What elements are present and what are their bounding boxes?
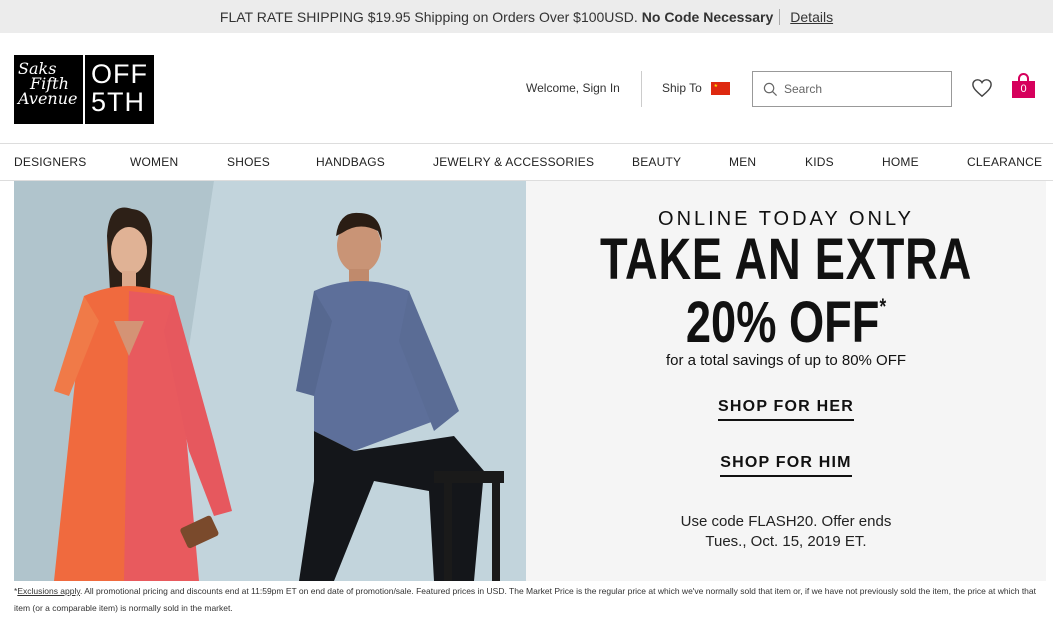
logo-off-line1: OFF <box>91 59 148 89</box>
bag-count-badge: 0 <box>1012 81 1035 98</box>
ship-to-label: Ship To <box>662 81 702 95</box>
shop-for-him-link[interactable]: SHOP FOR HIM <box>720 454 852 477</box>
hero-photo-illustration <box>14 181 526 581</box>
nav-women[interactable]: WOMEN <box>130 155 178 169</box>
saks-logo-block: Saks Fifth Avenue <box>14 55 83 124</box>
promo-strong-text: No Code Necessary <box>641 8 774 25</box>
search-input[interactable] <box>784 82 944 96</box>
promo-code-line2: Tues., Oct. 15, 2019 ET. <box>705 533 867 550</box>
hero-headline-line2: 20% OFF* <box>583 292 989 354</box>
promo-code-text: Use code FLASH20. Offer ends Tues., Oct.… <box>526 512 1046 552</box>
shop-for-him-wrap: SHOP FOR HIM <box>526 454 1046 477</box>
nav-clearance[interactable]: CLEARANCE <box>967 155 1042 169</box>
disclaimer-text: . All promotional pricing and discounts … <box>14 586 1036 613</box>
promo-code-line1: Use code FLASH20. Offer ends <box>680 513 892 530</box>
ship-to-selector[interactable]: Ship To <box>662 81 730 95</box>
main-nav: DESIGNERS WOMEN SHOES HANDBAGS JEWELRY &… <box>0 143 1053 181</box>
site-header: Saks Fifth Avenue OFF 5TH Welcome, Sign … <box>0 33 1053 143</box>
promo-bar: FLAT RATE SHIPPING $19.95 Shipping on Or… <box>0 0 1053 33</box>
hero-promo-panel: ONLINE TODAY ONLY TAKE AN EXTRA 20% OFF*… <box>526 181 1046 581</box>
china-flag-icon <box>710 81 730 95</box>
search-icon <box>763 82 778 96</box>
shop-for-her-link[interactable]: SHOP FOR HER <box>718 398 854 421</box>
site-logo[interactable]: Saks Fifth Avenue OFF 5TH <box>14 55 154 124</box>
wishlist-heart-icon[interactable] <box>971 78 993 98</box>
nav-handbags[interactable]: HANDBAGS <box>316 155 385 169</box>
logo-off-line2: 5TH <box>91 87 146 117</box>
exclusions-apply-link[interactable]: Exclusions apply <box>17 586 80 596</box>
sign-in-link[interactable]: Welcome, Sign In <box>526 81 620 95</box>
nav-jewelry-accessories[interactable]: JEWELRY & ACCESSORIES <box>433 155 594 169</box>
promo-text: FLAT RATE SHIPPING $19.95 Shipping on Or… <box>219 8 638 25</box>
hero-asterisk: * <box>879 294 887 319</box>
promo-details-link[interactable]: Details <box>790 9 833 25</box>
hero-discount-text: 20% OFF <box>685 290 880 355</box>
header-divider <box>641 71 642 107</box>
nav-shoes[interactable]: SHOES <box>227 155 270 169</box>
hero-savings-text: for a total savings of up to 80% OFF <box>665 352 907 369</box>
promo-divider <box>779 8 781 25</box>
hero-image[interactable] <box>14 181 526 581</box>
logo-saks-line3: Avenue <box>18 89 78 108</box>
nav-kids[interactable]: KIDS <box>805 155 834 169</box>
nav-men[interactable]: MEN <box>729 155 756 169</box>
shop-for-her-wrap: SHOP FOR HER <box>526 398 1046 421</box>
nav-designers[interactable]: DESIGNERS <box>14 155 86 169</box>
hero-headline-line1: TAKE AN EXTRA <box>599 227 973 292</box>
shopping-bag-icon[interactable]: 0 <box>1012 73 1035 98</box>
nav-home[interactable]: HOME <box>882 155 919 169</box>
nav-beauty[interactable]: BEAUTY <box>632 155 681 169</box>
search-box[interactable] <box>752 71 952 107</box>
legal-disclaimer: *Exclusions apply. All promotional prici… <box>14 583 1044 617</box>
off5th-logo-block: OFF 5TH <box>85 55 154 124</box>
